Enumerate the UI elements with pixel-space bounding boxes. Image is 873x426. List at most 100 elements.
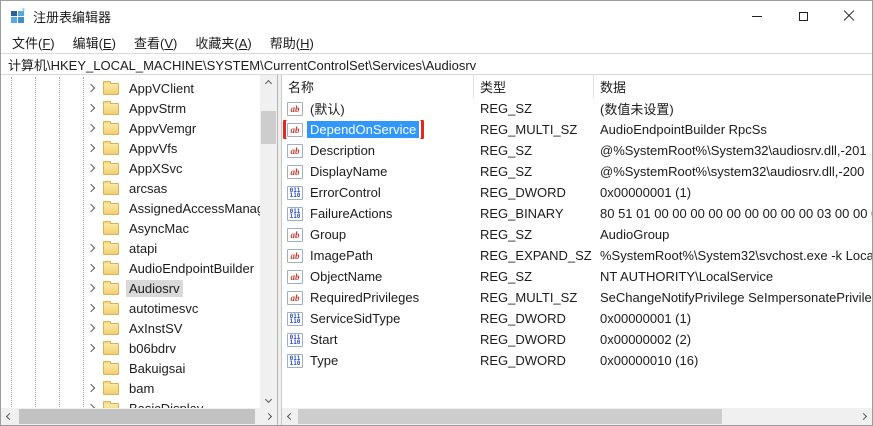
tree-item-AppvStrm[interactable]: AppvStrm (1, 98, 260, 118)
tree-item-label: AppvVemgr (126, 120, 199, 137)
tree-item-b06bdrv[interactable]: b06bdrv (1, 338, 260, 358)
column-header-data[interactable]: 数据 (594, 75, 872, 98)
tree-item-label: Audiosrv (126, 280, 183, 297)
menu-item-h[interactable]: 帮助(H) (261, 31, 323, 54)
menu-item-f[interactable]: 文件(F) (3, 31, 64, 54)
folder-icon (103, 323, 119, 335)
column-header-type[interactable]: 类型 (474, 75, 594, 98)
tree-item-AppvVfs[interactable]: AppvVfs (1, 138, 260, 158)
chevron-right-icon[interactable] (87, 104, 95, 112)
tree-item-AppXSvc[interactable]: AppXSvc (1, 158, 260, 178)
chevron-right-icon[interactable] (87, 324, 95, 332)
maximize-button[interactable] (780, 1, 826, 31)
value-type-cell: REG_DWORD (474, 332, 594, 347)
scroll-down-icon (265, 396, 272, 403)
registry-value-row[interactable]: abDependOnServiceREG_MULTI_SZAudioEndpoi… (282, 119, 872, 140)
tree-horizontal-scrollbar[interactable] (1, 408, 277, 425)
chevron-right-icon[interactable] (87, 384, 95, 392)
value-data-cell: 0x00000001 (1) (594, 185, 872, 200)
scroll-up-button[interactable] (260, 75, 277, 92)
value-name-cell: 011110ErrorControl (282, 183, 474, 202)
chevron-right-icon[interactable] (87, 244, 95, 252)
scroll-down-button[interactable] (260, 391, 277, 408)
value-name-inner: abDisplayName (286, 162, 392, 181)
registry-value-row[interactable]: abGroupREG_SZAudioGroup (282, 224, 872, 245)
scroll-left-button[interactable] (282, 408, 299, 425)
chevron-right-icon[interactable] (87, 184, 95, 192)
chevron-right-icon[interactable] (87, 304, 95, 312)
chevron-right-icon[interactable] (87, 84, 95, 92)
tree-item-AxInstSV[interactable]: AxInstSV (1, 318, 260, 338)
minimize-button[interactable] (734, 1, 780, 31)
close-button[interactable] (826, 1, 872, 31)
close-icon (843, 10, 855, 22)
list-horizontal-scroll-thumb[interactable] (298, 409, 722, 424)
scroll-right-button[interactable] (260, 408, 277, 425)
tree-item-Bakuigsai[interactable]: Bakuigsai (1, 358, 260, 378)
registry-value-row[interactable]: abRequiredPrivilegesREG_MULTI_SZSeChange… (282, 287, 872, 308)
tree-item-label: AppvVfs (126, 140, 180, 157)
menu-item-a[interactable]: 收藏夹(A) (186, 31, 260, 54)
value-name: ObjectName (307, 268, 385, 285)
tree-item-AudioEndpointBuilder[interactable]: AudioEndpointBuilder (1, 258, 260, 278)
registry-value-row[interactable]: ab(默认)REG_SZ(数值未设置) (282, 98, 872, 119)
chevron-right-icon[interactable] (87, 284, 95, 292)
chevron-right-icon[interactable] (87, 144, 95, 152)
value-name-inner: 011110ServiceSidType (286, 309, 405, 328)
registry-editor-app-icon (10, 8, 26, 24)
registry-value-row[interactable]: 011110ErrorControlREG_DWORD0x00000001 (1… (282, 182, 872, 203)
address-bar[interactable]: 计算机\HKEY_LOCAL_MACHINE\SYSTEM\CurrentCon… (1, 53, 872, 75)
value-name-cell: 011110FailureActions (282, 204, 474, 223)
tree-item-autotimesvc[interactable]: autotimesvc (1, 298, 260, 318)
string-value-icon: ab (287, 144, 303, 158)
value-name-cell: abGroup (282, 225, 474, 244)
menu-item-v[interactable]: 查看(V) (125, 31, 186, 54)
string-value-icon: ab (287, 291, 303, 305)
registry-value-row[interactable]: 011110ServiceSidTypeREG_DWORD0x00000001 … (282, 308, 872, 329)
value-type-cell: REG_EXPAND_SZ (474, 248, 594, 263)
tree-item-label: AppvStrm (126, 100, 189, 117)
registry-value-row[interactable]: 011110StartREG_DWORD0x00000002 (2) (282, 329, 872, 350)
folder-icon (103, 83, 119, 95)
list-horizontal-scrollbar[interactable] (282, 408, 872, 425)
tree-item-Audiosrv[interactable]: Audiosrv (1, 278, 260, 298)
chevron-right-icon[interactable] (87, 164, 95, 172)
registry-value-row[interactable]: abObjectNameREG_SZNT AUTHORITY\LocalServ… (282, 266, 872, 287)
tree-vertical-scrollbar[interactable] (260, 75, 277, 408)
registry-value-row[interactable]: abImagePathREG_EXPAND_SZ%SystemRoot%\Sys… (282, 245, 872, 266)
scroll-left-button[interactable] (1, 408, 18, 425)
chevron-right-icon[interactable] (87, 204, 95, 212)
value-name-inner: 011110FailureActions (286, 204, 397, 223)
chevron-right-icon[interactable] (87, 264, 95, 272)
tree-item-label: AppXSvc (126, 160, 185, 177)
tree-item-arcsas[interactable]: arcsas (1, 178, 260, 198)
tree-horizontal-scroll-thumb[interactable] (19, 409, 255, 424)
tree-item-AssignedAccessManager[interactable]: AssignedAccessManager (1, 198, 260, 218)
tree-vertical-scroll-thumb[interactable] (261, 111, 276, 144)
menu-item-e[interactable]: 编辑(E) (64, 31, 125, 54)
registry-value-row[interactable]: 011110FailureActionsREG_BINARY80 51 01 0… (282, 203, 872, 224)
registry-value-row[interactable]: abDescriptionREG_SZ@%SystemRoot%\System3… (282, 140, 872, 161)
chevron-right-icon[interactable] (87, 344, 95, 352)
folder-icon (103, 303, 119, 315)
registry-value-row[interactable]: 011110TypeREG_DWORD0x00000010 (16) (282, 350, 872, 371)
folder-icon (103, 223, 119, 235)
tree-item-label: AssignedAccessManager (126, 200, 260, 217)
tree-item-bam[interactable]: bam (1, 378, 260, 398)
value-type-cell: REG_SZ (474, 143, 594, 158)
column-header-name[interactable]: 名称 (282, 75, 474, 98)
tree-item-AppVClient[interactable]: AppVClient (1, 78, 260, 98)
string-value-icon: ab (287, 102, 303, 116)
value-name: Group (307, 226, 349, 243)
list-rows: ab(默认)REG_SZ(数值未设置)abDependOnServiceREG_… (282, 98, 872, 408)
chevron-right-icon[interactable] (87, 124, 95, 132)
tree-item-atapi[interactable]: atapi (1, 238, 260, 258)
registry-value-row[interactable]: abDisplayNameREG_SZ@%SystemRoot%\system3… (282, 161, 872, 182)
scroll-up-icon (265, 80, 272, 87)
scroll-right-button[interactable] (855, 408, 872, 425)
tree-item-AsyncMac[interactable]: AsyncMac (1, 218, 260, 238)
title-bar: 注册表编辑器 (1, 1, 872, 31)
tree-item-AppvVemgr[interactable]: AppvVemgr (1, 118, 260, 138)
folder-icon (103, 383, 119, 395)
value-name-cell: 011110ServiceSidType (282, 309, 474, 328)
